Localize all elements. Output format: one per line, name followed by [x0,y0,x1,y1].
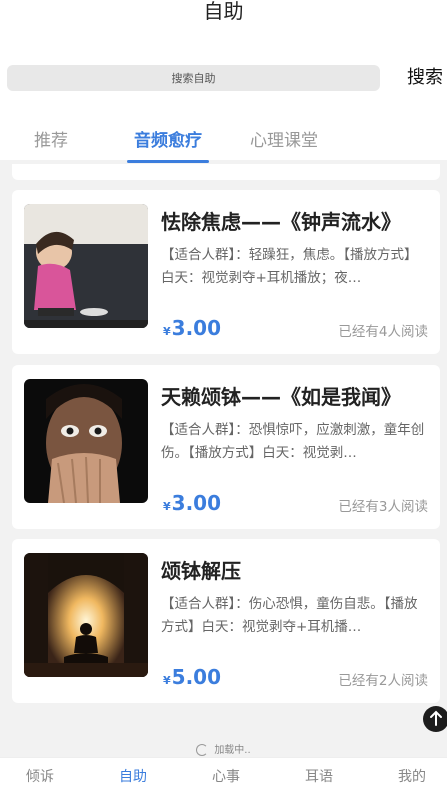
meditation-silhouette-photo-icon [24,553,148,677]
top-bar: 自助 搜索自助 搜索 推荐 音频愈疗 心理课堂 [0,0,447,163]
tab-recommend[interactable]: 推荐 [34,126,68,151]
currency-symbol: ¥ [163,325,171,338]
loading-text: 加载中.. [214,745,251,756]
category-tabs: 推荐 音频愈疗 心理课堂 [0,118,447,163]
nav-item-mine[interactable]: 我的 [398,766,426,786]
bottom-nav: 倾诉 自助 心事 耳语 我的 [0,757,447,795]
read-count: 已经有2人阅读 [338,673,428,689]
tab-psychology-class[interactable]: 心理课堂 [250,126,318,151]
card-price: ¥3.00 [163,491,221,515]
card-price: ¥5.00 [163,665,221,689]
card-price: ¥3.00 [163,316,221,340]
previous-card-edge [12,164,440,180]
search-button[interactable]: 搜索 [407,63,443,89]
price-value: 3.00 [171,316,222,340]
audio-card[interactable]: 天赖颂钵——《如是我闻》 【适合人群】：恐惧惊吓，应激刺激，童年创伤。【播放方式… [12,365,440,529]
card-title: 天赖颂钵——《如是我闻》 [161,385,401,409]
frightened-face-photo-icon [24,379,148,503]
tab-audio-therapy[interactable]: 音频愈疗 [134,126,202,151]
price-value: 3.00 [171,491,222,515]
card-description: 【适合人群】：伤心恐惧，童伤自悲。【播放方式】白天：视觉剥夺+耳机播… [161,596,418,635]
search-input[interactable]: 搜索自助 [7,65,380,91]
search-placeholder: 搜索自助 [171,72,216,85]
currency-symbol: ¥ [163,500,171,513]
loading-indicator: 加载中.. [0,741,447,756]
spinner-icon [196,744,209,756]
read-count: 已经有4人阅读 [338,324,428,340]
read-count: 已经有3人阅读 [338,499,428,515]
audio-card[interactable]: 怯除焦虑——《钟声流水》 【适合人群】：轻躁狂，焦虑。【播放方式】白天：视觉剥夺… [12,190,440,354]
back-to-top-icon[interactable] [423,706,447,732]
page-title: 自助 [203,0,244,23]
card-description: 【适合人群】：恐惧惊吓，应激刺激，童年创伤。【播放方式】白天：视觉剥… [161,422,425,461]
child-photo-icon [24,204,148,328]
price-value: 5.00 [171,665,222,689]
nav-item-confide[interactable]: 倾诉 [26,766,54,786]
audio-card[interactable]: 颂钵解压 【适合人群】：伤心恐惧，童伤自悲。【播放方式】白天：视觉剥夺+耳机播…… [12,539,440,703]
active-tab-indicator [127,160,209,163]
card-title: 怯除焦虑——《钟声流水》 [161,210,401,234]
card-description: 【适合人群】：轻躁狂，焦虑。【播放方式】白天：视觉剥夺+耳机播放；夜… [161,247,418,286]
nav-item-whisper[interactable]: 耳语 [305,766,333,786]
currency-symbol: ¥ [163,674,171,687]
card-title: 颂钵解压 [161,559,241,583]
nav-item-concerns[interactable]: 心事 [212,766,240,786]
nav-item-self-help[interactable]: 自助 [119,766,147,786]
